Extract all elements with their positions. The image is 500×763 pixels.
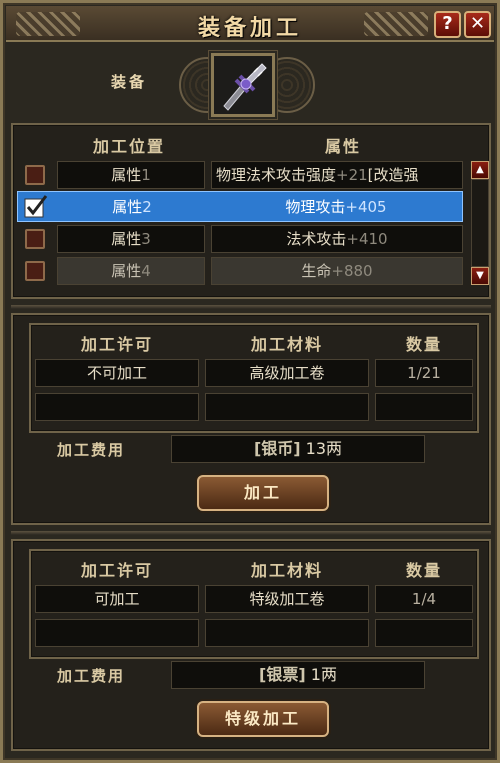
normal-header-material: 加工材料 xyxy=(250,335,323,354)
normal-empty-cell-2 xyxy=(205,393,369,421)
row-4-slot[interactable]: 属性4 xyxy=(57,257,205,285)
equip-slot[interactable] xyxy=(211,53,275,117)
process-button[interactable]: 加工 xyxy=(197,475,329,511)
row-3-slot[interactable]: 属性3 xyxy=(57,225,205,253)
checkmark-icon[interactable] xyxy=(23,193,49,219)
special-cost-label: 加工费用 xyxy=(57,667,126,685)
normal-header-permit: 加工许可 xyxy=(80,335,153,354)
equip-frame xyxy=(179,49,319,121)
header-position: 加工位置 xyxy=(92,137,165,156)
equip-processing-window: 装备加工 ? ✕ 装备 加工位置 属性 属性1 物理法术攻击强度+21[改造强 xyxy=(0,0,500,763)
row-2-selected[interactable]: 属性2 物理攻击+405 xyxy=(17,191,463,222)
special-cost-box: [银票] 1两 xyxy=(171,661,425,689)
normal-empty-cell-1 xyxy=(35,393,199,421)
normal-cost-label: 加工费用 xyxy=(57,441,126,459)
special-material-cell[interactable]: 特级加工卷 xyxy=(205,585,369,613)
close-button[interactable]: ✕ xyxy=(464,11,491,38)
help-icon: ? xyxy=(442,13,453,34)
attribute-panel: 加工位置 属性 属性1 物理法术攻击强度+21[改造强 属性2 物理攻击+405… xyxy=(11,123,491,299)
row-3-attribute[interactable]: 法术攻击+410 xyxy=(211,225,463,253)
close-icon: ✕ xyxy=(469,13,486,34)
special-material-table: 加工许可 加工材料 数量 可加工 特级加工卷 1/4 xyxy=(29,549,479,659)
row-4-attribute[interactable]: 生命+880 xyxy=(211,257,463,285)
row-1-attribute[interactable]: 物理法术攻击强度+21[改造强 xyxy=(211,161,463,189)
normal-header-count: 数量 xyxy=(405,335,442,354)
normal-processing-panel: 加工许可 加工材料 数量 不可加工 高级加工卷 1/21 加工费用 [银币] 1… xyxy=(11,313,491,525)
special-process-button[interactable]: 特级加工 xyxy=(197,701,329,737)
scroll-track[interactable] xyxy=(471,179,489,267)
special-header-count: 数量 xyxy=(405,561,442,580)
row-3-checkbox[interactable] xyxy=(25,229,45,249)
divider-1 xyxy=(11,305,491,309)
row-2-slot: 属性2 xyxy=(112,198,152,216)
special-permit-cell: 可加工 xyxy=(35,585,199,613)
normal-count-cell: 1/21 xyxy=(375,359,473,387)
attribute-scrollbar[interactable]: ▲ ▼ xyxy=(471,161,489,285)
row-1-checkbox[interactable] xyxy=(25,165,45,185)
title-bar[interactable]: 装备加工 ? ✕ xyxy=(6,6,494,42)
normal-material-cell[interactable]: 高级加工卷 xyxy=(205,359,369,387)
normal-material-table: 加工许可 加工材料 数量 不可加工 高级加工卷 1/21 xyxy=(29,323,479,433)
normal-empty-cell-3 xyxy=(375,393,473,421)
row-2-attribute: 物理攻击+405 xyxy=(285,198,387,216)
special-header-permit: 加工许可 xyxy=(80,561,153,580)
normal-permit-cell: 不可加工 xyxy=(35,359,199,387)
row-4-checkbox[interactable] xyxy=(25,261,45,281)
special-empty-cell-2 xyxy=(205,619,369,647)
divider-2 xyxy=(11,531,491,535)
normal-cost-box: [银币] 13两 xyxy=(171,435,425,463)
sword-icon xyxy=(214,56,272,114)
scroll-down-icon[interactable]: ▼ xyxy=(471,267,489,285)
special-header-material: 加工材料 xyxy=(250,561,323,580)
special-count-cell: 1/4 xyxy=(375,585,473,613)
special-processing-panel: 加工许可 加工材料 数量 可加工 特级加工卷 1/4 加工费用 [银票] 1两 … xyxy=(11,539,491,751)
window-title: 装备加工 xyxy=(197,16,302,41)
special-empty-cell-1 xyxy=(35,619,199,647)
header-attribute: 属性 xyxy=(324,137,361,156)
special-empty-cell-3 xyxy=(375,619,473,647)
help-button[interactable]: ? xyxy=(434,11,461,38)
equip-label: 装备 xyxy=(111,73,148,91)
scroll-up-icon[interactable]: ▲ xyxy=(471,161,489,179)
row-1-slot[interactable]: 属性1 xyxy=(57,161,205,189)
